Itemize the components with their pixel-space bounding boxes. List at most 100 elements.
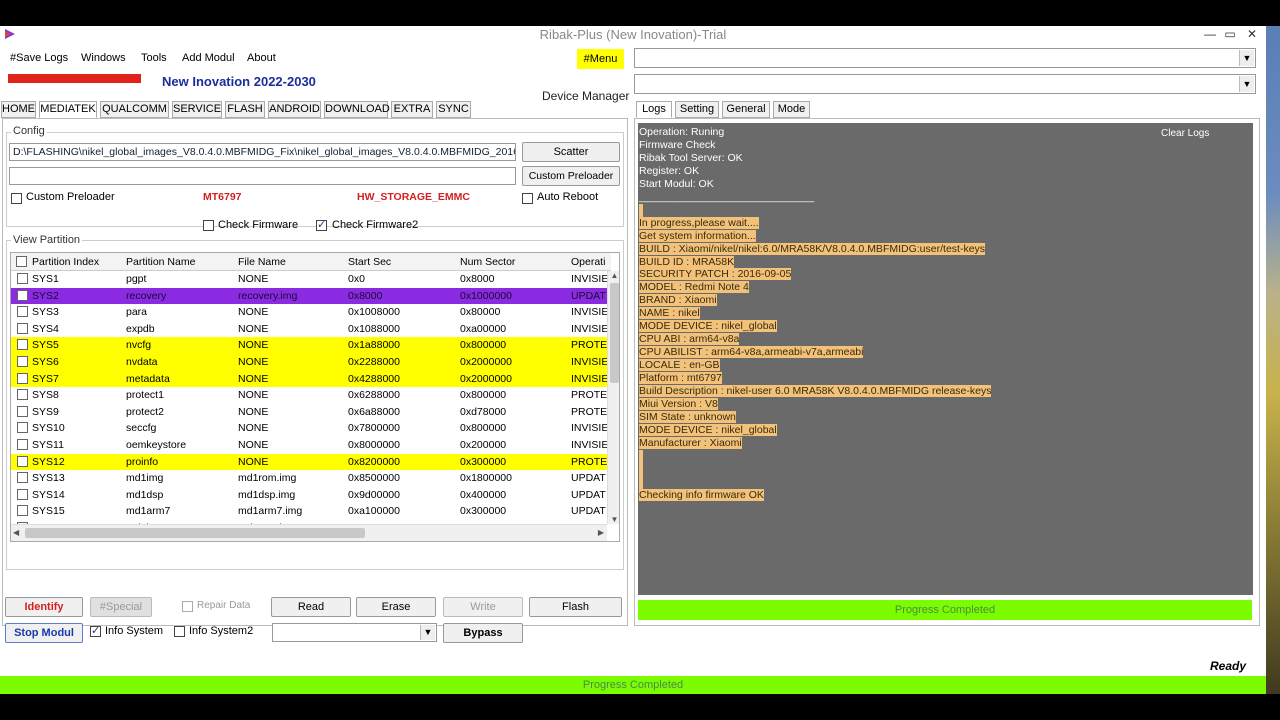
scroll-right-icon[interactable]: ▶: [598, 528, 604, 537]
log-line-highlighted: Checking info firmware OK: [639, 488, 764, 501]
row-checkbox[interactable]: [17, 405, 28, 417]
device-manager-link[interactable]: Device Manager: [542, 89, 629, 103]
tab-logs[interactable]: Logs: [636, 101, 672, 118]
cell-op: INVISIE: [571, 273, 607, 285]
scroll-down-icon[interactable]: ▼: [609, 515, 619, 524]
table-row[interactable]: SYS15 md1arm7 md1arm7.img 0xa100000 0x300000…: [11, 503, 607, 520]
row-checkbox[interactable]: [17, 322, 28, 334]
info-system-checkbox[interactable]: [90, 624, 101, 637]
erase-button[interactable]: Erase: [356, 597, 436, 617]
clear-logs-button[interactable]: Clear Logs: [1161, 128, 1209, 140]
select-all-checkbox[interactable]: [16, 256, 27, 267]
scroll-left-icon[interactable]: ◀: [13, 528, 19, 537]
column-header[interactable]: Partition Name: [126, 256, 195, 268]
scatter-path-input[interactable]: D:\FLASHING\nikel_global_images_V8.0.4.0…: [9, 143, 516, 161]
row-checkbox[interactable]: [17, 439, 28, 450]
read-button[interactable]: Read: [271, 597, 351, 617]
tab-setting[interactable]: Setting: [675, 101, 719, 118]
tab-flash[interactable]: FLASH: [225, 101, 265, 118]
column-header[interactable]: Operati: [571, 256, 605, 268]
vertical-scrollbar[interactable]: ▲ ▼: [607, 271, 619, 524]
log-output[interactable]: Operation: Runing Firmware Check Ribak Too…: [638, 123, 1253, 595]
menu-tools[interactable]: Tools: [141, 52, 167, 64]
column-header[interactable]: File Name: [238, 256, 286, 268]
close-button[interactable]: ✕: [1242, 27, 1262, 41]
row-checkbox[interactable]: [17, 273, 28, 284]
check-firmware-checkbox[interactable]: [203, 220, 214, 231]
cell-name: md1dsp: [126, 488, 164, 501]
cell-num: 0x300000: [460, 455, 507, 468]
column-header[interactable]: Partition Index: [32, 256, 99, 268]
tab-service[interactable]: SERVICE: [172, 101, 222, 118]
write-button[interactable]: Write: [443, 597, 523, 617]
table-row[interactable]: SYS9 protect2 NONE 0x6a88000 0xd78000 PROTE: [11, 404, 607, 421]
cell-op: PROTE: [571, 339, 607, 352]
cell-num: 0x800000: [460, 422, 507, 435]
tab-mode[interactable]: Mode: [773, 101, 810, 118]
table-row[interactable]: SYS6 nvdata NONE 0x2288000 0x2000000 INVISIE: [11, 354, 607, 371]
preloader-path-input[interactable]: [9, 167, 516, 185]
table-row[interactable]: SYS7 metadata NONE 0x4288000 0x2000000 INVISI…: [11, 370, 607, 388]
column-header[interactable]: Start Sec: [348, 256, 391, 268]
repair-data-checkbox[interactable]: [182, 601, 193, 612]
table-row[interactable]: SYS12 proinfo NONE 0x8200000 0x300000 PROTE: [11, 453, 607, 471]
tab-qualcomm[interactable]: QUALCOMM: [100, 101, 169, 118]
row-checkbox[interactable]: [17, 356, 28, 367]
table-row[interactable]: SYS11 oemkeystore NONE 0x8000000 0x200000 INV…: [11, 437, 607, 454]
auto-reboot-checkbox[interactable]: [522, 193, 533, 204]
scroll-up-icon[interactable]: ▲: [609, 271, 619, 280]
horizontal-scroll-thumb[interactable]: [25, 528, 365, 538]
menu-button[interactable]: #Menu: [577, 49, 624, 69]
scatter-button[interactable]: Scatter: [522, 142, 620, 162]
info-system2-checkbox[interactable]: [174, 626, 185, 637]
tab-sync[interactable]: SYNC: [436, 101, 471, 118]
row-checkbox[interactable]: [17, 389, 28, 401]
table-row[interactable]: SYS4 expdb NONE 0x1088000 0xa00000 INVISIE: [11, 321, 607, 338]
tab-home[interactable]: HOME: [1, 101, 36, 118]
mode-select[interactable]: ▼: [272, 623, 437, 642]
custom-preloader-checkbox[interactable]: [11, 193, 22, 204]
table-row[interactable]: SYS3 para NONE 0x1008000 0x80000 INVISIE: [11, 304, 607, 321]
row-checkbox[interactable]: [17, 472, 28, 484]
menu-windows[interactable]: Windows: [81, 52, 126, 64]
stop-modul-button[interactable]: Stop Modul: [5, 623, 83, 643]
column-header[interactable]: Num Sector: [460, 256, 515, 268]
row-checkbox[interactable]: [17, 372, 28, 384]
identify-button[interactable]: Identify: [5, 597, 83, 617]
vertical-scroll-thumb[interactable]: [610, 283, 619, 383]
table-row[interactable]: SYS1 pgpt NONE 0x0 0x8000 INVISIE: [11, 271, 607, 288]
row-checkbox[interactable]: [17, 505, 28, 517]
tab-general[interactable]: General: [722, 101, 770, 118]
table-row[interactable]: SYS14 md1dsp md1dsp.img 0x9d00000 0x400000 UP…: [11, 487, 607, 504]
maximize-button[interactable]: ▭: [1220, 27, 1240, 41]
log-line-highlighted: CPU ABI : arm64-v8a: [639, 333, 740, 346]
table-row[interactable]: SYS8 protect1 NONE 0x6288000 0x800000 PROTE: [11, 387, 607, 404]
special-button[interactable]: #Special: [90, 597, 152, 617]
menu-add-modul[interactable]: Add Modul: [182, 52, 235, 64]
bypass-button[interactable]: Bypass: [443, 623, 523, 643]
flash-button[interactable]: Flash: [529, 597, 622, 617]
tab-download[interactable]: DOWNLOAD: [324, 101, 390, 118]
row-checkbox[interactable]: [17, 422, 28, 434]
minimize-button[interactable]: —: [1200, 27, 1220, 41]
row-checkbox[interactable]: [17, 488, 28, 500]
horizontal-scrollbar[interactable]: ◀ ▶: [11, 524, 607, 541]
device-select-1[interactable]: ▼: [634, 48, 1256, 68]
table-row[interactable]: SYS5 nvcfg NONE 0x1a88000 0x800000 PROTE: [11, 337, 607, 354]
tab-android[interactable]: ANDROID: [268, 101, 321, 118]
row-checkbox[interactable]: [17, 455, 28, 467]
device-select-2[interactable]: ▼: [634, 74, 1256, 94]
table-row[interactable]: SYS2 recovery recovery.img 0x8000 0x1000000 U…: [11, 287, 607, 305]
custom-preloader-button[interactable]: Custom Preloader: [522, 166, 620, 186]
tab-mediatek[interactable]: MEDIATEK: [39, 101, 97, 118]
row-checkbox[interactable]: [17, 306, 28, 318]
table-row[interactable]: SYS10 seccfg NONE 0x7800000 0x800000 INVISIE: [11, 420, 607, 437]
tab-extra[interactable]: EXTRA: [391, 101, 433, 118]
row-checkbox[interactable]: [17, 339, 28, 351]
table-row[interactable]: SYS13 md1img md1rom.img 0x8500000 0x1800000 U…: [11, 470, 607, 487]
row-checkbox[interactable]: [17, 289, 28, 301]
menu-save-logs[interactable]: #Save Logs: [10, 52, 68, 64]
menu-about[interactable]: About: [247, 52, 276, 64]
check-firmware2-checkbox[interactable]: [316, 218, 327, 231]
view-partition-label: View Partition: [11, 234, 83, 246]
